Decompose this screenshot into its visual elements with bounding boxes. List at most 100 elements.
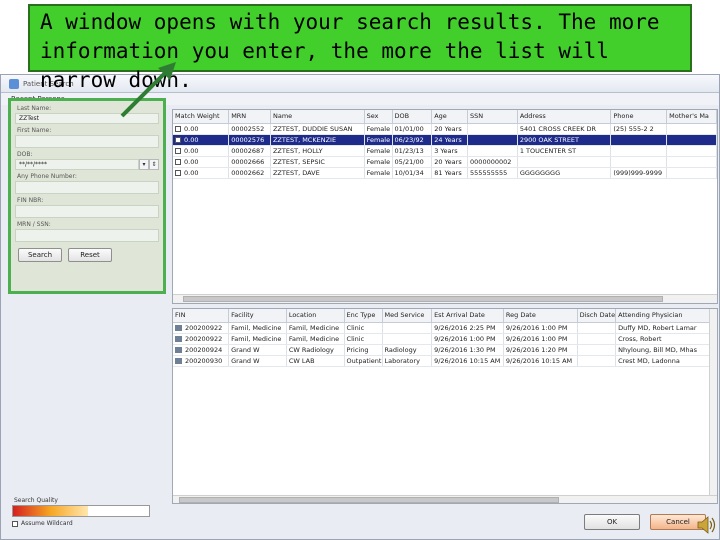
person-column-header[interactable]: MRN [228, 110, 271, 124]
encounter-cell: CW LAB [286, 355, 345, 367]
persons-hscroll-thumb[interactable] [183, 296, 663, 302]
encounter-row[interactable]: 200200922 Famil, Medicine Famil, Medicine C… [173, 322, 717, 334]
person-cell: (25) 555-2 2 [610, 123, 668, 135]
encounter-column-header[interactable]: FIN [173, 309, 230, 323]
encounter-column-header[interactable]: Attending Physician [615, 309, 717, 323]
encounter-cell [577, 322, 617, 334]
person-row[interactable]: 0.00 00002552 ZZTEST, DUDDIE SUSAN Female 01… [173, 123, 717, 135]
dob-label: DOB: [17, 151, 33, 158]
person-cell [610, 145, 668, 157]
person-row[interactable]: 0.00 00002576 ZZTEST, MCKENZIE Female 06/23/… [173, 134, 717, 146]
person-cell: 555555555 [467, 167, 518, 179]
checkbox-icon[interactable] [175, 147, 181, 154]
person-column-header[interactable]: Sex [364, 110, 393, 124]
encounter-cell: Outpatient [344, 355, 383, 367]
search-button[interactable]: Search [18, 248, 62, 262]
encounter-cell: 200200924 [173, 344, 230, 356]
person-row[interactable]: 0.00 00002687 ZZTEST, HOLLY Female 01/23/13 3… [173, 145, 717, 157]
last-name-input[interactable]: ZZTest [15, 113, 159, 124]
person-cell: 20 Years [431, 123, 469, 135]
encounters-vscrollbar[interactable] [709, 309, 717, 495]
person-column-header[interactable]: DOB [392, 110, 433, 124]
person-column-header[interactable]: Phone [610, 110, 668, 124]
person-cell: 01/01/00 [392, 123, 433, 135]
dob-input[interactable]: **/**/**** [15, 159, 139, 170]
encounter-row[interactable]: 200200930 Grand W CW LAB Outpatient Laborato… [173, 355, 717, 367]
person-cell: ZZTEST, MCKENZIE [270, 134, 365, 146]
search-quality-fill [13, 506, 88, 516]
search-panel: Last Name: ZZTest First Name: DOB: **/**… [8, 98, 166, 294]
assume-wildcard-checkbox[interactable] [12, 520, 18, 527]
encounter-cell: 9/26/2016 10:15 AM [431, 355, 504, 367]
person-row[interactable]: 0.00 00002666 ZZTEST, SEPSIC Female 05/21/00… [173, 156, 717, 168]
encounter-column-header[interactable]: Disch Date [577, 309, 617, 323]
encounter-cell [577, 355, 617, 367]
phone-input[interactable] [15, 181, 159, 194]
person-cell [666, 156, 717, 168]
person-cell: 00002662 [228, 167, 271, 179]
persons-hscrollbar[interactable] [173, 294, 717, 303]
person-cell: Female [364, 145, 393, 157]
encounter-column-header[interactable]: Reg Date [503, 309, 578, 323]
fin-input[interactable] [15, 205, 159, 218]
mrn-ssn-input[interactable] [15, 229, 159, 242]
person-column-header[interactable]: Mother's Ma [666, 110, 717, 124]
checkbox-icon[interactable] [175, 136, 181, 143]
person-cell: 3 Years [431, 145, 469, 157]
person-cell: 0.00 [173, 167, 230, 179]
dob-row: **/**/**** ▾ ⇕ [15, 159, 159, 170]
first-name-input[interactable] [15, 135, 159, 148]
person-cell: ZZTEST, SEPSIC [270, 156, 365, 168]
reset-button[interactable]: Reset [68, 248, 112, 262]
person-cell: Female [364, 123, 393, 135]
person-row[interactable]: 0.00 00002662 ZZTEST, DAVE Female 10/01/34 81… [173, 167, 717, 179]
encounters-grid: FIN Facility Location Enc Type Med Service Es… [172, 308, 718, 504]
encounter-cell: CW Radiology [286, 344, 345, 356]
checkbox-icon[interactable] [175, 125, 181, 132]
person-column-header[interactable]: Name [270, 110, 365, 124]
checkbox-icon[interactable] [175, 169, 181, 176]
assume-wildcard-row[interactable]: Assume Wildcard [12, 520, 73, 527]
encounter-row[interactable]: 200200924 Grand W CW Radiology Pricing Radio… [173, 344, 717, 356]
encounter-cell: Clinic [344, 333, 383, 345]
person-cell: 81 Years [431, 167, 469, 179]
dob-spinner-icon[interactable]: ⇕ [149, 159, 159, 170]
person-column-header[interactable]: SSN [467, 110, 518, 124]
ok-button[interactable]: OK [584, 514, 640, 530]
encounter-icon [175, 324, 182, 331]
person-cell: 0000000002 [467, 156, 518, 168]
encounter-column-header[interactable]: Med Service [382, 309, 433, 323]
person-cell: ZZTEST, HOLLY [270, 145, 365, 157]
mrn-ssn-label: MRN / SSN: [17, 221, 51, 228]
checkbox-icon[interactable] [175, 158, 181, 165]
speaker-icon[interactable] [696, 514, 716, 536]
persons-table: Match Weight MRN Name Sex DOB Age SSN Address Ph… [173, 110, 717, 179]
search-button-row: Search Reset [18, 248, 159, 262]
encounter-cell: 9/26/2016 2:25 PM [431, 322, 504, 334]
person-column-header[interactable]: Address [517, 110, 612, 124]
encounters-hscrollbar[interactable] [173, 495, 717, 503]
encounter-column-header[interactable]: Enc Type [344, 309, 383, 323]
dob-dropdown-icon[interactable]: ▾ [139, 159, 149, 170]
encounters-table: FIN Facility Location Enc Type Med Service Es… [173, 309, 717, 367]
encounter-icon [175, 357, 182, 364]
person-cell: 0.00 [173, 156, 230, 168]
encounter-row[interactable]: 200200922 Famil, Medicine Famil, Medicine C… [173, 333, 717, 345]
person-cell [610, 156, 668, 168]
person-cell: 06/23/92 [392, 134, 433, 146]
encounter-column-header[interactable]: Location [286, 309, 345, 323]
encounter-cell: 200200922 [173, 333, 230, 345]
encounter-column-header[interactable]: Facility [228, 309, 287, 323]
callout-line-1: A window opens with your search results.… [40, 10, 660, 34]
person-column-header[interactable]: Age [431, 110, 469, 124]
encounter-cell: 9/26/2016 1:00 PM [503, 322, 578, 334]
person-cell: GGGGGGGG [517, 167, 612, 179]
person-cell: 1 TOUCENTER ST [517, 145, 612, 157]
encounters-hscroll-thumb[interactable] [179, 497, 559, 503]
person-cell [666, 145, 717, 157]
encounters-header-row: FIN Facility Location Enc Type Med Service Es… [173, 309, 717, 323]
encounter-column-header[interactable]: Est Arrival Date [431, 309, 504, 323]
person-column-header[interactable]: Match Weight [173, 110, 230, 124]
person-cell: 00002552 [228, 123, 271, 135]
encounter-cell: Cross, Robert [615, 333, 717, 345]
